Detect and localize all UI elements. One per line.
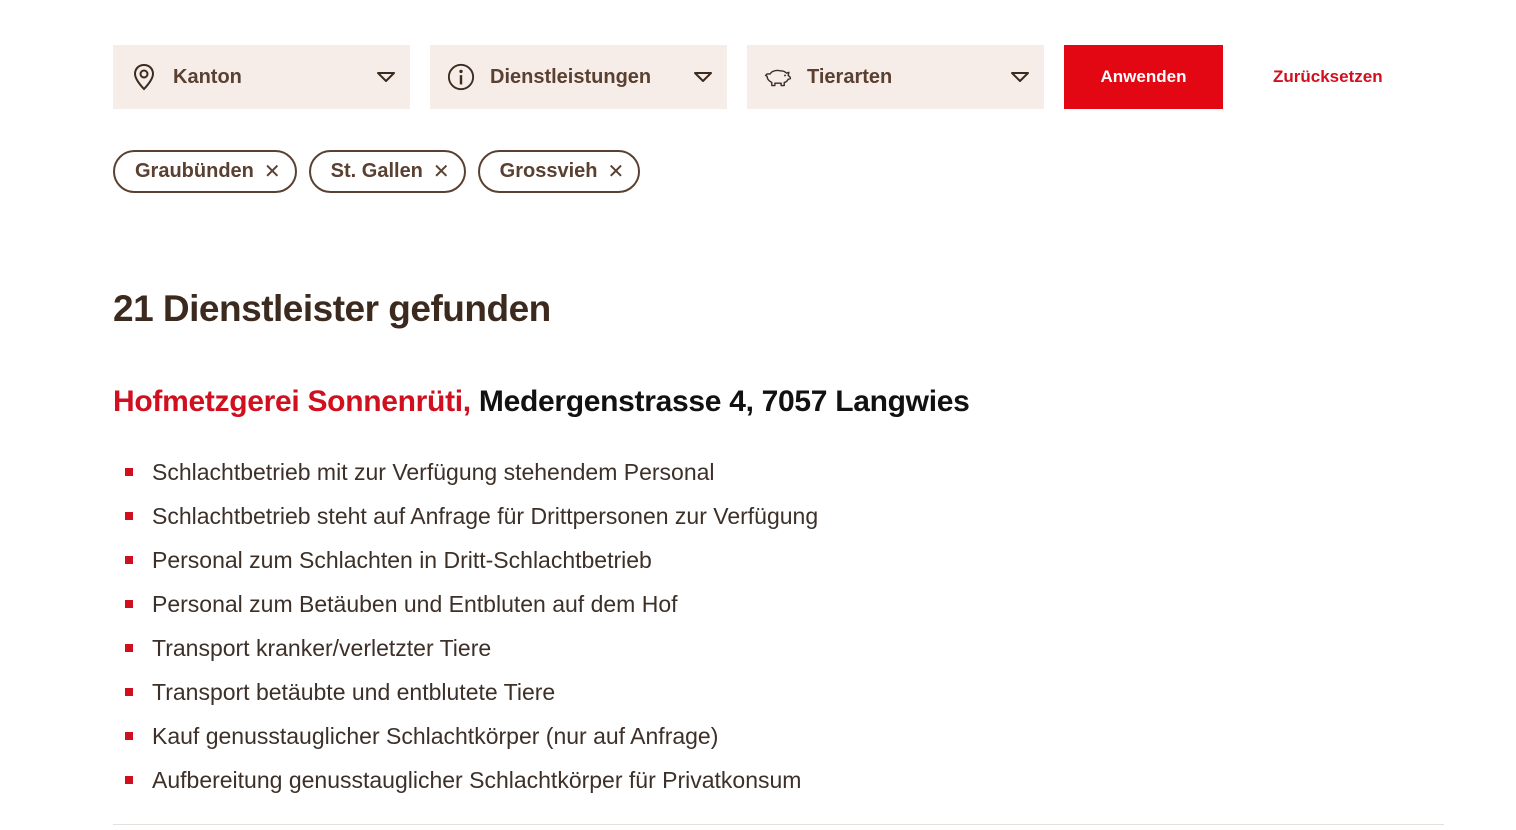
filter-chip-st-gallen[interactable]: St. Gallen ✕ <box>308 150 466 193</box>
service-label: Schlachtbetrieb mit zur Verfügung stehen… <box>152 458 715 485</box>
list-item: Transport betäubte und entblutete Tiere <box>113 670 818 714</box>
services-list: Schlachtbetrieb mit zur Verfügung stehen… <box>113 450 818 802</box>
divider <box>113 824 1444 825</box>
chip-label: Grossvieh <box>499 160 598 182</box>
bullet-icon <box>125 600 133 608</box>
location-pin-icon <box>130 63 158 91</box>
list-item: Personal zum Schlachten in Dritt-Schlach… <box>113 538 818 582</box>
service-label: Schlachtbetrieb steht auf Anfrage für Dr… <box>152 502 819 529</box>
service-label: Transport kranker/verletzter Tiere <box>152 634 492 661</box>
service-label: Kauf genusstauglicher Schlachtkörper (nu… <box>152 722 719 749</box>
provider-address: Medergenstrasse 4, 7057 Langwies <box>478 385 970 418</box>
close-icon[interactable]: ✕ <box>433 159 450 184</box>
list-item: Schlachtbetrieb mit zur Verfügung stehen… <box>113 450 818 494</box>
list-item: Aufbereitung genusstauglicher Schlachtkö… <box>113 758 818 802</box>
dienstleistungen-label: Dienstleistungen <box>490 65 652 88</box>
filter-chip-graubuenden[interactable]: Graubünden ✕ <box>113 150 297 193</box>
filter-chip-grossvieh[interactable]: Grossvieh ✕ <box>477 150 641 193</box>
chip-label: St. Gallen <box>330 160 423 182</box>
kanton-label: Kanton <box>173 65 242 88</box>
provider-name[interactable]: Hofmetzgerei Sonnenrüti, <box>113 385 471 418</box>
bullet-icon <box>125 732 133 740</box>
bullet-icon <box>125 688 133 696</box>
chevron-down-icon <box>376 70 396 84</box>
tierarten-label: Tierarten <box>807 65 893 88</box>
service-label: Personal zum Schlachten in Dritt-Schlach… <box>152 546 652 573</box>
provider-heading: Hofmetzgerei Sonnenrüti, Medergenstrasse… <box>113 385 970 419</box>
bullet-icon <box>125 644 133 652</box>
pig-icon <box>764 63 792 91</box>
filter-bar: Kanton Dienstleistungen Tierarten Anwend… <box>113 45 1383 109</box>
list-item: Transport kranker/verletzter Tiere <box>113 626 818 670</box>
bullet-icon <box>125 512 133 520</box>
close-icon[interactable]: ✕ <box>264 159 281 184</box>
results-count-heading: 21 Dienstleister gefunden <box>113 288 551 329</box>
list-item: Schlachtbetrieb steht auf Anfrage für Dr… <box>113 494 818 538</box>
chevron-down-icon <box>1010 70 1030 84</box>
info-icon <box>447 63 475 91</box>
list-item: Personal zum Betäuben und Entbluten auf … <box>113 582 818 626</box>
service-label: Aufbereitung genusstauglicher Schlachtkö… <box>152 766 802 793</box>
close-icon[interactable]: ✕ <box>608 159 625 184</box>
list-item: Kauf genusstauglicher Schlachtkörper (nu… <box>113 714 818 758</box>
service-label: Personal zum Betäuben und Entbluten auf … <box>152 590 678 617</box>
chevron-down-icon <box>693 70 713 84</box>
bullet-icon <box>125 468 133 476</box>
reset-link[interactable]: Zurücksetzen <box>1273 67 1383 87</box>
kanton-dropdown[interactable]: Kanton <box>113 45 410 109</box>
bullet-icon <box>125 776 133 784</box>
service-label: Transport betäubte und entblutete Tiere <box>152 678 556 705</box>
dienstleistungen-dropdown[interactable]: Dienstleistungen <box>430 45 727 109</box>
chip-label: Graubünden <box>135 160 254 182</box>
tierarten-dropdown[interactable]: Tierarten <box>747 45 1044 109</box>
apply-button[interactable]: Anwenden <box>1064 45 1223 109</box>
active-filter-chips: Graubünden ✕ St. Gallen ✕ Grossvieh ✕ <box>113 150 652 193</box>
bullet-icon <box>125 556 133 564</box>
